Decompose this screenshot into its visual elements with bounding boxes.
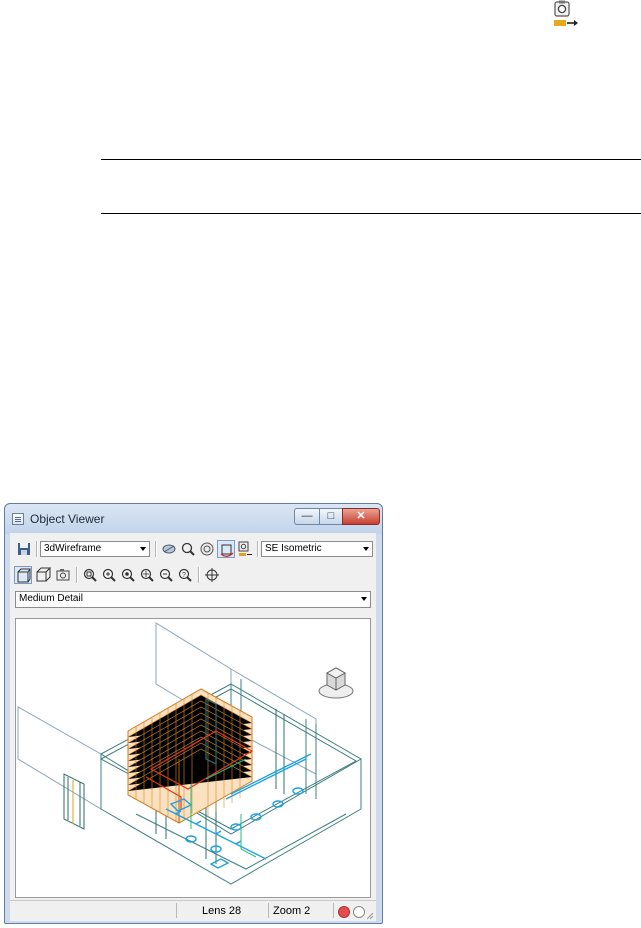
red-status-dot-icon[interactable] [338,906,350,918]
save-icon[interactable] [15,540,33,558]
toolbar-primary: 3dWireframe SE Isometric [10,537,376,559]
rule-bottom [101,213,641,214]
window-app-icon [12,513,24,525]
rule-top [101,159,641,160]
zoom-center-icon[interactable] [138,566,156,584]
model-viewport[interactable] [15,618,371,898]
detail-level-value: Medium Detail [19,593,83,604]
toolbar-secondary: ? [10,563,376,585]
object-viewer-window: Object Viewer — □ ✕ 3dWireframe SE Isome… [4,503,383,924]
zoom-out-icon[interactable] [157,566,175,584]
close-button[interactable]: ✕ [342,508,380,525]
continuous-orbit-icon[interactable] [217,540,235,558]
zoom-object-icon[interactable] [119,566,137,584]
zoom-extents-icon[interactable] [198,540,216,558]
zoom-in-icon[interactable] [100,566,118,584]
zoom-readout: Zoom 2 [273,905,311,917]
orbit-icon[interactable] [160,540,178,558]
camera-export-icon [551,0,581,32]
wireframe-model [17,622,363,885]
title-bar[interactable]: Object Viewer — □ ✕ [5,504,382,534]
zoom-window-icon[interactable] [81,566,99,584]
chevron-down-icon [363,547,369,551]
perspective-icon[interactable] [14,566,32,584]
zoom-realtime-icon[interactable] [179,540,197,558]
resize-grip-icon[interactable] [366,911,374,920]
maximize-button[interactable]: □ [319,508,343,525]
camera-options-icon[interactable] [236,540,254,558]
white-status-dot-icon[interactable] [353,906,365,918]
detail-level-dropdown[interactable]: Medium Detail [15,591,371,608]
window-title: Object Viewer [30,512,105,526]
minimize-button[interactable]: — [294,508,320,525]
svg-text:?: ? [182,572,186,579]
chevron-down-icon [140,547,146,551]
view-dropdown[interactable]: SE Isometric [261,541,373,557]
parallel-icon[interactable] [34,566,52,584]
zoom-previous-icon[interactable]: ? [176,566,194,584]
view-value: SE Isometric [265,543,322,554]
chevron-down-icon [361,597,367,601]
camera-icon[interactable] [54,566,72,584]
lens-readout: Lens 28 [202,905,242,917]
status-bar: Lens 28 Zoom 2 [10,900,376,921]
visual-style-value: 3dWireframe [44,543,102,554]
pan-icon[interactable] [203,566,221,584]
visual-style-dropdown[interactable]: 3dWireframe [40,541,150,557]
client-area: 3dWireframe SE Isometric ? Medium Detail… [10,533,376,921]
brick-structure [127,688,254,824]
view-cube[interactable] [318,667,354,699]
